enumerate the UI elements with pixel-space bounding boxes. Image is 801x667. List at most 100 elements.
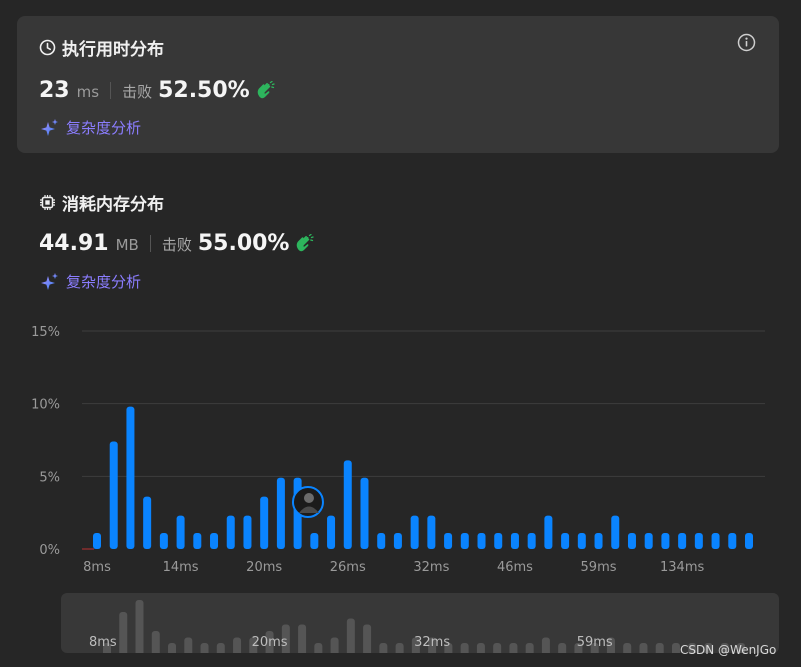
chart-bar — [109, 441, 118, 549]
chart-bar — [159, 533, 168, 549]
chart-bar — [276, 477, 285, 549]
overview-bar — [639, 643, 648, 653]
runtime-beats-label: 击败 — [122, 83, 153, 101]
memory-distribution-chart: 15% 10% 5% 0% 8ms 14ms 20ms 26ms 32ms 46ms 59ms 134… — [31, 325, 765, 575]
chart-bar — [661, 533, 670, 549]
overview-tick-label: 8ms — [89, 635, 117, 650]
x-tick-label: 59ms — [581, 560, 617, 575]
runtime-unit: ms — [76, 83, 100, 101]
chart-bar — [494, 533, 503, 549]
chart-bar — [577, 533, 586, 549]
overview-bar — [395, 643, 404, 653]
chart-bar — [644, 533, 653, 549]
memory-unit: MB — [115, 236, 139, 254]
overview-bar — [346, 618, 355, 653]
overview-tick-label: 20ms — [252, 635, 288, 650]
chart-bar — [226, 515, 235, 549]
chip-icon — [40, 195, 55, 210]
chart-bar — [510, 533, 519, 549]
x-tick-label: 32ms — [413, 560, 449, 575]
runtime-title: 执行用时分布 — [39, 35, 164, 60]
runtime-analysis-link[interactable]: 复杂度分析 — [40, 117, 141, 138]
memory-beats-pct: 55.00% — [197, 231, 290, 256]
avatar-head — [303, 493, 314, 503]
overview-bar — [655, 643, 664, 653]
watermark: CSDN @WenJGo — [680, 643, 777, 657]
chart-bar — [694, 533, 703, 549]
y-tick-label: 0% — [39, 543, 60, 558]
memory-analysis-label: 复杂度分析 — [66, 273, 142, 291]
divider — [110, 82, 112, 99]
chart-bar — [728, 533, 737, 549]
memory-value: 44.91 — [39, 231, 109, 256]
overview-bar — [151, 631, 160, 653]
overview-tick-label: 59ms — [577, 635, 613, 650]
overview-bar — [541, 637, 550, 653]
chart-bar — [561, 533, 570, 549]
chart-bar — [210, 533, 219, 549]
overview-bar — [509, 643, 518, 653]
overview-bar — [216, 643, 225, 653]
overview-tick-label: 32ms — [414, 635, 450, 650]
chart-bar — [427, 515, 436, 549]
chart-bar — [611, 515, 620, 549]
x-tick-label: 134ms — [660, 560, 704, 575]
chart-overview-scrollbar[interactable]: 8ms 20ms 32ms 59ms — [61, 593, 779, 653]
clock-icon — [39, 39, 56, 56]
overview-bars: 8ms 20ms 32ms 59ms — [89, 600, 745, 653]
y-tick-label: 10% — [31, 398, 60, 413]
chart-bar — [627, 533, 636, 549]
y-tick-label: 5% — [39, 470, 60, 485]
chart-bar — [193, 533, 202, 549]
overview-bar — [558, 643, 567, 653]
chart-bar — [477, 533, 486, 549]
chart-bar — [176, 515, 185, 549]
y-tick-label: 15% — [31, 325, 60, 340]
chart-bar — [527, 533, 536, 549]
overview-bar — [476, 643, 485, 653]
info-icon[interactable] — [737, 33, 756, 52]
chart-bar — [594, 533, 603, 549]
memory-title-text: 消耗内存分布 — [62, 195, 164, 215]
overview-bar — [623, 643, 632, 653]
chart-bar — [745, 533, 753, 549]
runtime-stats: 23 ms 击败 52.50% — [39, 78, 275, 103]
runtime-value: 23 — [39, 78, 70, 103]
overview-bar — [184, 637, 193, 653]
x-tick-label: 8ms — [83, 560, 111, 575]
runtime-title-text: 执行用时分布 — [62, 40, 164, 60]
chart-bar — [544, 515, 553, 549]
chart-bar — [711, 533, 720, 549]
chart-bar — [327, 515, 336, 549]
chart-bar — [410, 515, 419, 549]
runtime-analysis-label: 复杂度分析 — [66, 119, 142, 137]
chart-bar — [310, 533, 319, 549]
memory-analysis-link[interactable]: 复杂度分析 — [40, 271, 141, 292]
overview-bar — [330, 637, 339, 653]
memory-stats: 44.91 MB 击败 55.00% — [39, 231, 315, 256]
chart-bar — [460, 533, 469, 549]
clap-icon — [255, 80, 275, 101]
overview-bar — [298, 624, 307, 653]
divider — [149, 235, 151, 252]
overview-bar — [119, 612, 128, 653]
chart-bar — [678, 533, 687, 549]
x-tick-label: 26ms — [330, 560, 366, 575]
overview-bar — [135, 600, 144, 653]
chart-bar — [393, 533, 402, 549]
overview-bar — [363, 624, 372, 653]
chart-bar — [360, 477, 369, 549]
sparkle-icon — [41, 272, 58, 290]
overview-bar — [493, 643, 502, 653]
memory-beats-label: 击败 — [161, 236, 192, 254]
x-tick-label: 46ms — [497, 560, 533, 575]
chart-bar — [126, 406, 135, 549]
overview-bar — [460, 643, 469, 653]
chart-bar — [260, 496, 269, 549]
overview-bar — [379, 643, 388, 653]
overview-bar — [525, 643, 534, 653]
memory-title: 消耗内存分布 — [39, 190, 164, 215]
overview-bar — [200, 643, 209, 653]
overview-bar — [671, 643, 680, 653]
x-tick-label: 14ms — [163, 560, 199, 575]
